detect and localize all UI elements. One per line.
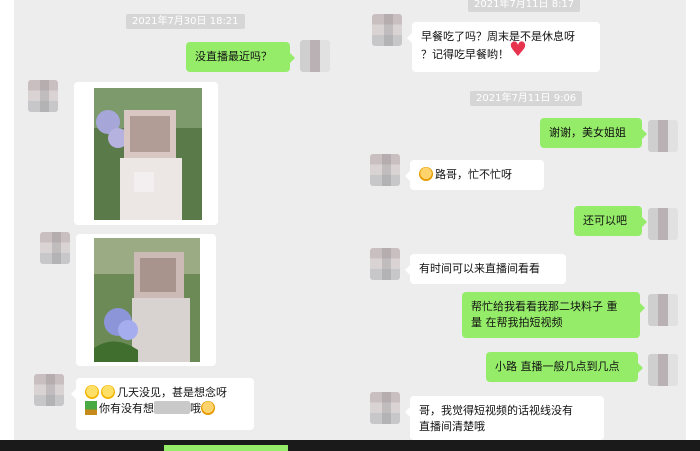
message-bubble[interactable]: 哥，我觉得短视频的话视线没有 直播间清楚哦 bbox=[405, 396, 604, 440]
message-text: 哦 bbox=[190, 402, 201, 415]
timestamp: 2021年7月11日 8:17 bbox=[468, 0, 581, 12]
avatar bbox=[648, 208, 678, 240]
image-message[interactable] bbox=[76, 234, 216, 366]
message-text: 还可以吧 bbox=[583, 214, 627, 227]
avatar bbox=[34, 374, 64, 406]
message-bubble[interactable]: 有时间可以来直播间看看 bbox=[405, 254, 566, 284]
sprout-icon bbox=[85, 401, 97, 415]
photo-portrait-icon bbox=[94, 88, 202, 220]
redacted-blur bbox=[154, 401, 190, 414]
message-text: 量 在帮我拍短视频 bbox=[471, 316, 563, 329]
message-text: 帮忙给我看看我那二块料子 重 bbox=[471, 300, 618, 313]
drooling-face-icon bbox=[201, 401, 215, 415]
bottom-edge bbox=[0, 440, 700, 451]
avatar bbox=[372, 14, 402, 46]
avatar bbox=[648, 120, 678, 152]
message-line: 几天没见，甚是想念呀 bbox=[85, 385, 245, 401]
message-bubble[interactable]: 还可以吧 bbox=[574, 206, 647, 236]
message-bubble[interactable]: 早餐吃了吗？周末是不是休息呀 ？记得吃早餐哟！ bbox=[407, 22, 600, 72]
message-text: 哥，我觉得短视频的话视线没有 bbox=[419, 404, 573, 417]
avatar bbox=[370, 248, 400, 280]
avatar bbox=[648, 354, 678, 386]
chat-screenshot: 2021年7月30日 18:21 没直播最近吗？ 几天没见，甚是想念呀 你有没有… bbox=[14, 0, 686, 440]
avatar bbox=[648, 294, 678, 326]
image-message[interactable] bbox=[74, 82, 218, 225]
avatar bbox=[370, 154, 400, 186]
message-text: 小路 直播一般几点到几点 bbox=[495, 360, 620, 373]
avatar bbox=[28, 80, 58, 112]
avatar bbox=[370, 392, 400, 424]
message-text: ？记得吃早餐哟！ bbox=[421, 48, 509, 61]
smiling-face-icon bbox=[419, 167, 433, 181]
heart-icon bbox=[509, 41, 527, 61]
message-bubble[interactable]: 谢谢，美女姐姐 bbox=[540, 118, 647, 148]
message-text: 早餐吃了吗？周末是不是休息呀 bbox=[421, 30, 575, 43]
right-chat-panel: 2021年7月11日 8:17 早餐吃了吗？周末是不是休息呀 ？记得吃早餐哟！ … bbox=[354, 0, 686, 440]
message-text: 有时间可以来直播间看看 bbox=[419, 262, 540, 275]
message-text: 你有没有想 bbox=[99, 402, 154, 415]
message-text: 几天没见，甚是想念呀 bbox=[117, 386, 227, 399]
message-line: 你有没有想 哦 bbox=[85, 401, 245, 417]
avatar bbox=[40, 232, 70, 264]
message-bubble[interactable]: 帮忙给我看看我那二块料子 重 量 在帮我拍短视频 bbox=[462, 292, 645, 338]
avatar bbox=[300, 40, 330, 72]
message-bubble[interactable]: 没直播最近吗？ bbox=[186, 42, 295, 72]
timestamp: 2021年7月11日 9:06 bbox=[470, 91, 583, 106]
message-text: 直播间清楚哦 bbox=[419, 420, 485, 433]
message-line: ？记得吃早餐哟！ bbox=[421, 41, 591, 63]
message-text: 没直播最近吗？ bbox=[195, 50, 272, 63]
left-chat-panel: 2021年7月30日 18:21 没直播最近吗？ 几天没见，甚是想念呀 你有没有… bbox=[14, 0, 344, 440]
message-text: 路哥，忙不忙呀 bbox=[435, 168, 512, 181]
message-text: 谢谢，美女姐姐 bbox=[549, 126, 626, 139]
message-bubble[interactable]: 几天没见，甚是想念呀 你有没有想 哦 bbox=[71, 378, 254, 430]
partial-message-bubble bbox=[164, 445, 288, 451]
grinning-face-icon bbox=[101, 385, 115, 399]
timestamp: 2021年7月30日 18:21 bbox=[126, 14, 245, 29]
grinning-face-icon bbox=[85, 385, 99, 399]
photo-hydrangea-icon bbox=[94, 238, 200, 362]
message-bubble[interactable]: 小路 直播一般几点到几点 bbox=[486, 352, 643, 382]
message-bubble[interactable]: 路哥，忙不忙呀 bbox=[405, 160, 544, 190]
